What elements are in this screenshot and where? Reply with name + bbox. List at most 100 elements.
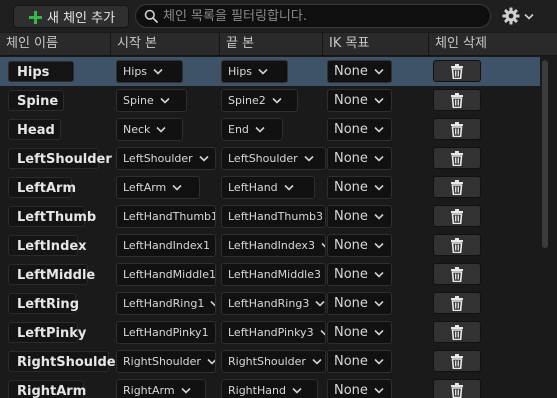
search-box[interactable]: [135, 4, 491, 28]
delete-chain-button[interactable]: [433, 205, 481, 227]
trash-icon: [450, 179, 464, 195]
delete-chain-button[interactable]: [433, 263, 481, 285]
delete-chain-button[interactable]: [433, 147, 481, 169]
end-bone-dropdown[interactable]: LeftHand: [221, 176, 315, 199]
trash-icon: [450, 150, 464, 166]
delete-chain-button[interactable]: [433, 89, 481, 111]
table-row[interactable]: LeftMiddle LeftHandMiddle1 LeftHandMiddle3…: [0, 260, 540, 289]
chevron-down-icon: [292, 387, 302, 394]
chevron-down-icon: [160, 97, 170, 104]
add-chain-button[interactable]: 새 체인 추가: [13, 5, 129, 28]
delete-chain-button[interactable]: [433, 321, 481, 343]
chevron-down-icon: [312, 358, 322, 365]
plus-icon: [28, 10, 42, 24]
start-bone-dropdown[interactable]: LeftHandPinky1: [116, 321, 216, 344]
start-bone-dropdown[interactable]: LeftArm: [116, 176, 200, 199]
chain-list: Hips Hips Hips None Spine Spine Spine2 None Head…: [0, 57, 540, 398]
start-bone-dropdown[interactable]: Hips: [116, 60, 183, 83]
ik-goal-value: None: [334, 93, 368, 108]
end-bone-dropdown[interactable]: Spine2: [221, 89, 298, 112]
end-bone-dropdown[interactable]: End: [221, 118, 283, 141]
delete-chain-button[interactable]: [433, 379, 481, 398]
start-bone-dropdown[interactable]: LeftHandMiddle1: [116, 263, 216, 286]
delete-chain-button[interactable]: [433, 60, 481, 82]
table-row[interactable]: Spine Spine Spine2 None: [0, 86, 540, 115]
chain-name-field[interactable]: LeftRing: [8, 293, 79, 314]
scrollbar-thumb[interactable]: [542, 60, 548, 248]
settings-dropdown[interactable]: [502, 7, 534, 25]
start-bone-dropdown[interactable]: Neck: [116, 118, 183, 141]
start-bone-dropdown[interactable]: LeftHandIndex1: [116, 234, 216, 257]
end-bone-dropdown[interactable]: LeftHandMiddle3: [221, 263, 326, 286]
start-bone-dropdown[interactable]: LeftShoulder: [116, 147, 216, 170]
ik-goal-dropdown[interactable]: None: [327, 292, 392, 315]
table-row[interactable]: LeftArm LeftArm LeftHand None: [0, 173, 540, 202]
chain-name-field[interactable]: LeftIndex: [8, 235, 87, 256]
column-header-name[interactable]: 체인 이름: [0, 33, 111, 55]
ik-goal-dropdown[interactable]: None: [327, 263, 392, 286]
ik-goal-dropdown[interactable]: None: [327, 350, 392, 373]
start-bone-dropdown[interactable]: Spine: [116, 89, 187, 112]
ik-goal-dropdown[interactable]: None: [327, 234, 392, 257]
search-input[interactable]: [163, 8, 490, 24]
chain-name-field[interactable]: LeftPinky: [8, 322, 86, 343]
chevron-down-icon: [374, 213, 384, 220]
end-bone-dropdown[interactable]: LeftHandPinky3: [221, 321, 326, 344]
chain-name-field[interactable]: RightShoulder: [8, 351, 122, 372]
delete-chain-button[interactable]: [433, 176, 481, 198]
delete-chain-button[interactable]: [433, 234, 481, 256]
delete-chain-button[interactable]: [433, 292, 481, 314]
table-row[interactable]: Head Neck End None: [0, 115, 540, 144]
ik-goal-dropdown[interactable]: None: [327, 205, 392, 228]
chain-name-field[interactable]: LeftArm: [8, 177, 76, 198]
ik-goal-dropdown[interactable]: None: [327, 176, 392, 199]
end-bone-dropdown[interactable]: Hips: [221, 60, 288, 83]
add-chain-label: 새 체인 추가: [47, 11, 116, 26]
end-bone-value: LeftHandRing3: [228, 297, 310, 310]
ik-goal-dropdown[interactable]: None: [327, 118, 392, 141]
chain-name-field[interactable]: Hips: [8, 61, 74, 82]
end-bone-dropdown[interactable]: RightHand: [221, 379, 318, 398]
end-bone-dropdown[interactable]: LeftHandRing3: [221, 292, 326, 315]
chain-name-field[interactable]: Spine: [8, 90, 64, 111]
table-row[interactable]: Hips Hips Hips None: [0, 57, 540, 86]
chain-name-field[interactable]: LeftMiddle: [8, 264, 95, 285]
delete-chain-button[interactable]: [433, 118, 481, 140]
delete-chain-button[interactable]: [433, 350, 481, 372]
column-header-end-bone[interactable]: 끝 본: [220, 33, 323, 55]
column-header-delete[interactable]: 체인 삭제: [429, 33, 540, 55]
start-bone-dropdown[interactable]: LeftHandThumb1: [116, 205, 216, 228]
column-header-start-bone[interactable]: 시작 본: [111, 33, 220, 55]
table-row[interactable]: RightArm RightArm RightHand None: [0, 376, 540, 398]
table-row[interactable]: LeftThumb LeftHandThumb1 LeftHandThumb3 Non…: [0, 202, 540, 231]
chain-name-field[interactable]: Head: [8, 119, 61, 140]
search-icon: [144, 9, 158, 23]
table-row[interactable]: LeftRing LeftHandRing1 LeftHandRing3 None: [0, 289, 540, 318]
table-row[interactable]: LeftPinky LeftHandPinky1 LeftHandPinky3 Non…: [0, 318, 540, 347]
end-bone-dropdown[interactable]: RightShoulder: [221, 350, 326, 373]
chevron-down-icon: [315, 300, 325, 307]
ik-goal-dropdown[interactable]: None: [327, 147, 392, 170]
start-bone-dropdown[interactable]: RightArm: [116, 379, 206, 398]
table-row[interactable]: LeftIndex LeftHandIndex1 LeftHandIndex3 Non…: [0, 231, 540, 260]
end-bone-dropdown[interactable]: LeftHandIndex3: [221, 234, 326, 257]
ik-goal-dropdown[interactable]: None: [327, 321, 392, 344]
chain-name-field[interactable]: LeftShoulder: [8, 148, 112, 169]
start-bone-value: Spine: [123, 94, 154, 107]
start-bone-value: LeftArm: [123, 181, 167, 194]
end-bone-dropdown[interactable]: LeftHandThumb3: [221, 205, 326, 228]
ik-goal-dropdown[interactable]: None: [327, 379, 392, 398]
table-row[interactable]: LeftShoulder LeftShoulder LeftShoulder None: [0, 144, 540, 173]
chain-name-field[interactable]: LeftThumb: [8, 206, 96, 227]
gear-icon: [502, 7, 520, 25]
end-bone-dropdown[interactable]: LeftShoulder: [221, 147, 326, 170]
start-bone-dropdown[interactable]: RightShoulder: [116, 350, 216, 373]
column-header-ik-goal[interactable]: IK 목표: [323, 33, 429, 55]
chain-name-field[interactable]: RightArm: [8, 380, 86, 398]
ik-goal-dropdown[interactable]: None: [327, 89, 392, 112]
start-bone-dropdown[interactable]: LeftHandRing1: [116, 292, 216, 315]
table-row[interactable]: RightShoulder RightShoulder RightShoulder N…: [0, 347, 540, 376]
chevron-down-icon: [304, 155, 314, 162]
ik-goal-value: None: [334, 151, 368, 166]
ik-goal-dropdown[interactable]: None: [327, 60, 392, 83]
